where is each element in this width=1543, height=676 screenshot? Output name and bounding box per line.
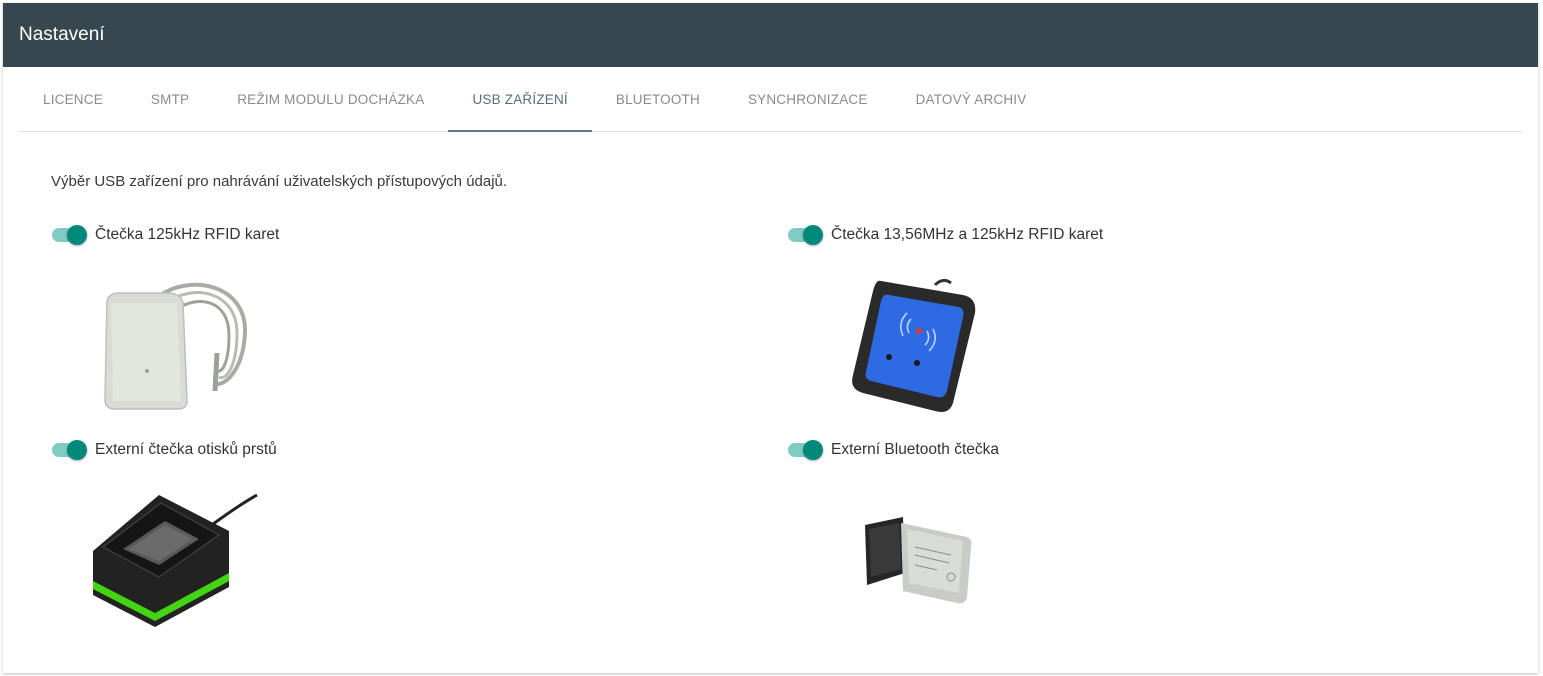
device-rfid-dual: Čtečka 13,56MHz a 125kHz RFID karet [787,224,1103,246]
settings-panel: Nastavení LICENCE SMTP REŽIM MODULU DOCH… [3,3,1538,673]
tab-attendance-mode[interactable]: REŽIM MODULU DOCHÁZKA [213,67,448,131]
rfid-125khz-toggle[interactable] [51,224,87,246]
fingerprint-reader-icon [93,493,258,627]
tab-synchronization[interactable]: SYNCHRONIZACE [724,67,892,131]
bluetooth-dongle-icon [865,517,972,604]
rfid-125khz-reader-icon [104,282,248,410]
tab-smtp[interactable]: SMTP [127,67,213,131]
device-label: Čtečka 125kHz RFID karet [95,226,280,243]
device-bluetooth: Externí Bluetooth čtečka [787,439,999,461]
tab-bluetooth[interactable]: BLUETOOTH [592,67,724,131]
rfid-dual-reader-icon [852,278,976,412]
tab-licence[interactable]: LICENCE [19,67,127,131]
toggle-knob [803,225,823,245]
intro-text: Výběr USB zařízení pro nahrávání uživate… [51,173,508,190]
toggle-knob [803,440,823,460]
tab-data-archive[interactable]: DATOVÝ ARCHIV [892,67,1051,131]
fingerprint-toggle[interactable] [51,439,87,461]
device-label: Čtečka 13,56MHz a 125kHz RFID karet [831,226,1104,243]
tab-usb-devices[interactable]: USB ZAŘÍZENÍ [448,67,593,132]
bluetooth-toggle[interactable] [787,439,823,461]
device-label: Externí Bluetooth čtečka [831,441,1000,458]
tab-bar: LICENCE SMTP REŽIM MODULU DOCHÁZKA USB Z… [19,67,1522,132]
device-rfid-125khz: Čtečka 125kHz RFID karet [51,224,279,246]
device-label: Externí čtečka otisků prstů [95,441,277,458]
toggle-knob [67,440,87,460]
rfid-dual-toggle[interactable] [787,224,823,246]
toggle-knob [67,225,87,245]
page-title: Nastavení [3,3,1538,67]
device-fingerprint: Externí čtečka otisků prstů [51,439,277,461]
